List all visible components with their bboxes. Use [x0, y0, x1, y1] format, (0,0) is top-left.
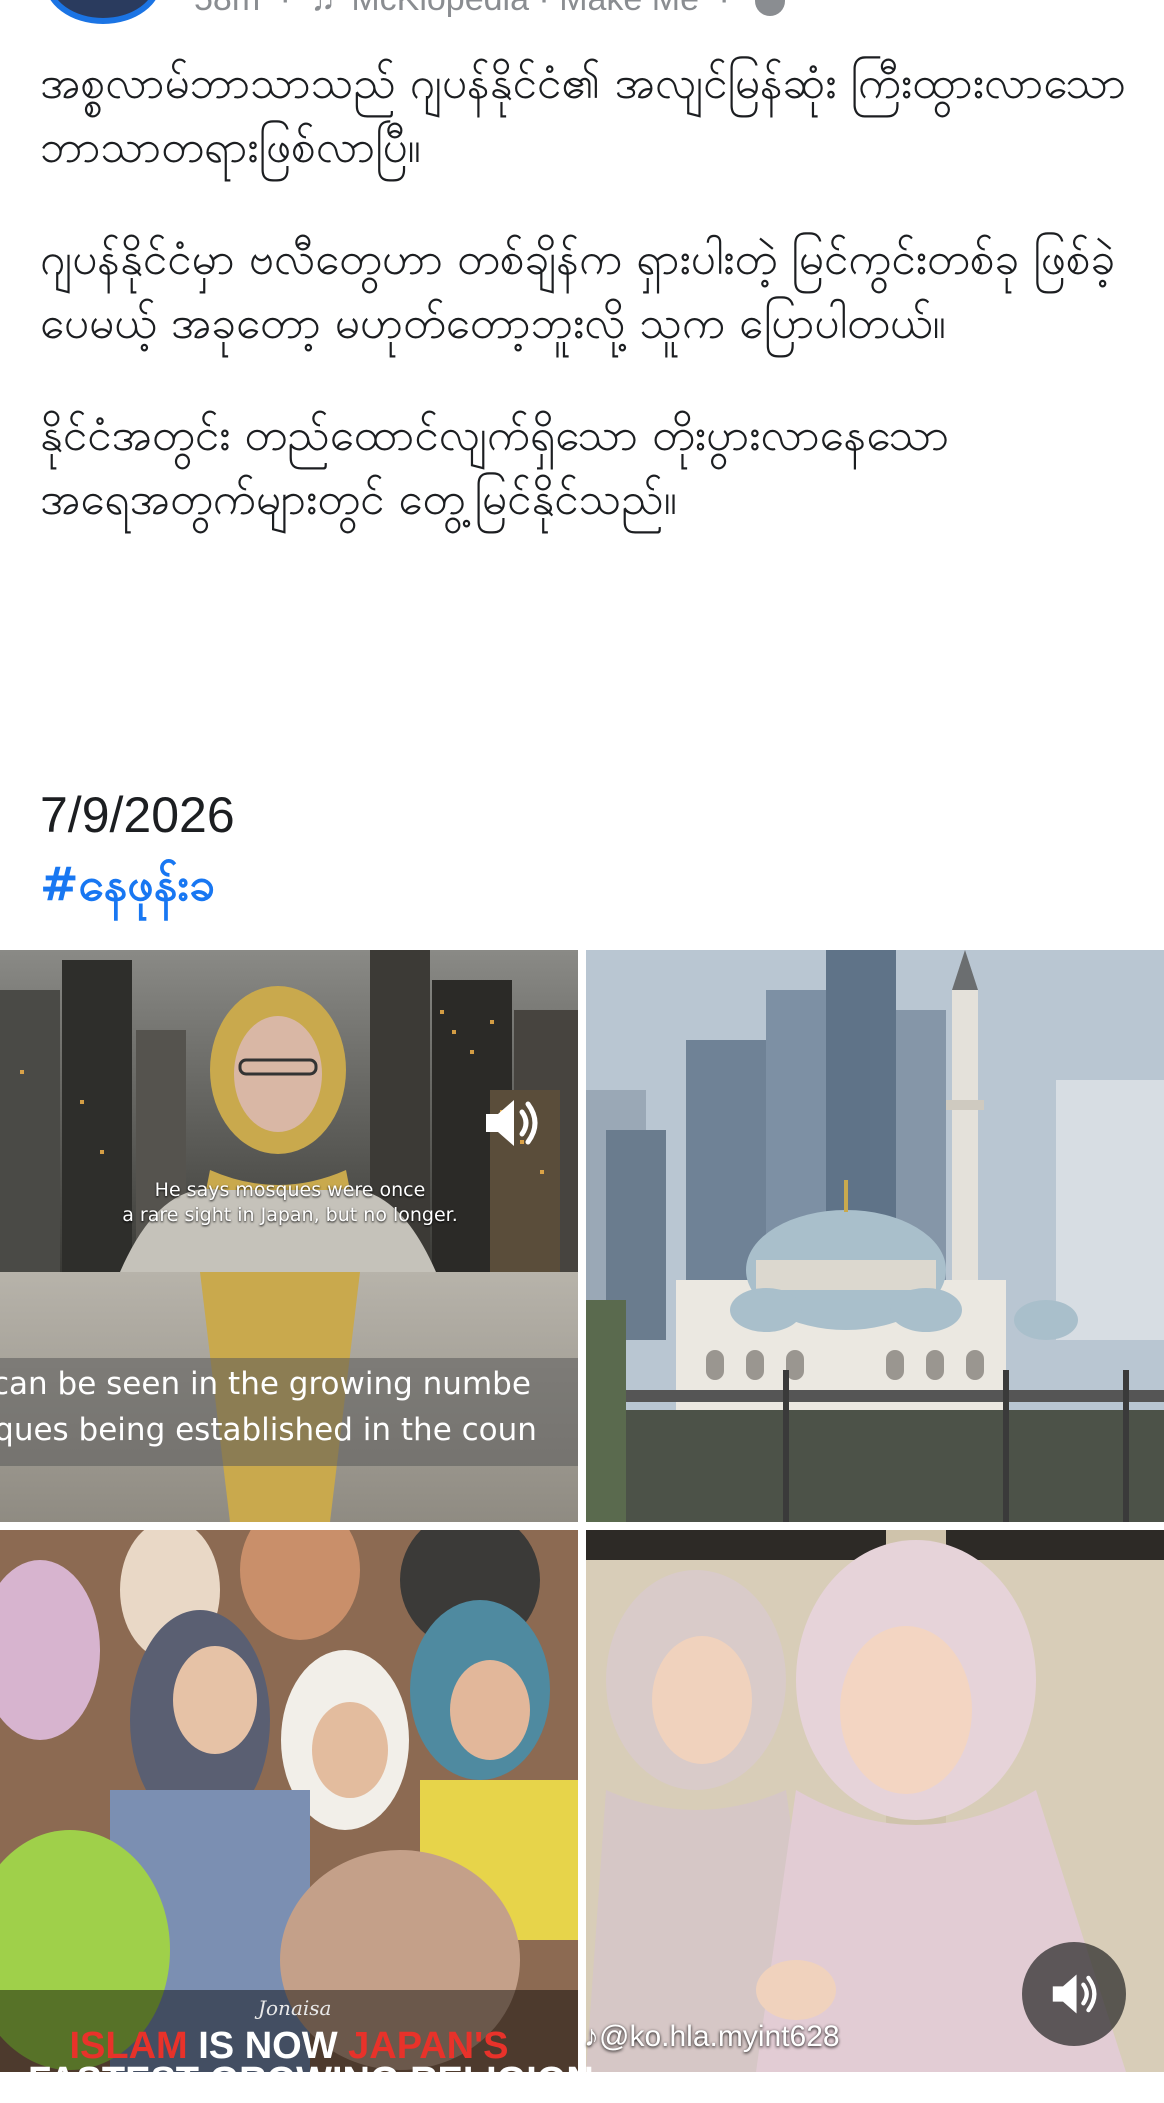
video-subtitle: He says mosques were once a rare sight i… — [122, 1179, 458, 1226]
mosque-image — [586, 950, 1164, 1522]
subtitle-line: s can be seen in the growing numbe — [0, 1366, 531, 1402]
crowd-image — [0, 1530, 578, 2072]
separator-dot: · — [718, 0, 729, 18]
tiktok-handle: ♪@ko.hla.myint628 — [584, 2020, 840, 2054]
post-body: အစ္စလာမ်ဘာသာသည် ဂျပန်နိုင်ငံ၏ အလျင်မြန်ဆ… — [40, 52, 1130, 580]
speaker-icon[interactable] — [1022, 1942, 1126, 2046]
post-paragraph: နိုင်ငံအတွင်း တည်ထောင်လျက်ရှိသော တိုးပွာ… — [40, 410, 950, 525]
post-header: 58m · ♫ McKlopedia · Make Me · — [0, 0, 1164, 30]
tiktok-icon: ♪ — [584, 2020, 599, 2053]
image-watermark: Jonaisa — [258, 1996, 332, 2020]
time-ago: 58m — [194, 0, 260, 18]
video-subtitle-large: s can be seen in the growing numbe sques… — [0, 1362, 578, 1468]
post-meta: 58m · ♫ McKlopedia · Make Me · — [194, 0, 786, 19]
avatar[interactable] — [44, 0, 162, 24]
tiktok-handle-text: @ko.hla.myint628 — [599, 2020, 840, 2053]
music-note-icon: ♫ — [310, 0, 336, 18]
speaker-icon[interactable] — [478, 1090, 544, 1156]
media-tile-crowd[interactable] — [0, 1530, 578, 2072]
post-paragraph: ဂျပန်နိုင်ငံမှာ ဗလီတွေဟာ တစ်ချိန်က ရှားပ… — [40, 234, 1116, 349]
separator-dot: · — [280, 0, 291, 18]
media-tile-video-subtitled[interactable]: He says mosques were once a rare sight i… — [0, 950, 578, 1522]
hashtag-link[interactable]: #နေဖုန်းခ — [40, 856, 215, 923]
media-grid: He says mosques were once a rare sight i… — [0, 950, 1164, 2072]
post-date: 7/9/2026 — [40, 787, 235, 843]
post-paragraph: အစ္စလာမ်ဘာသာသည် ဂျပန်နိုင်ငံ၏ အလျင်မြန်ဆ… — [40, 58, 1127, 173]
music-label[interactable]: McKlopedia · Make Me — [351, 0, 699, 18]
subtitle-line: sques being established in the coun — [0, 1412, 537, 1448]
media-tile-mosque[interactable] — [586, 950, 1164, 1522]
globe-icon — [755, 0, 786, 17]
image-headline-line2: FASTEST GROWING RELIGION — [28, 2060, 594, 2102]
